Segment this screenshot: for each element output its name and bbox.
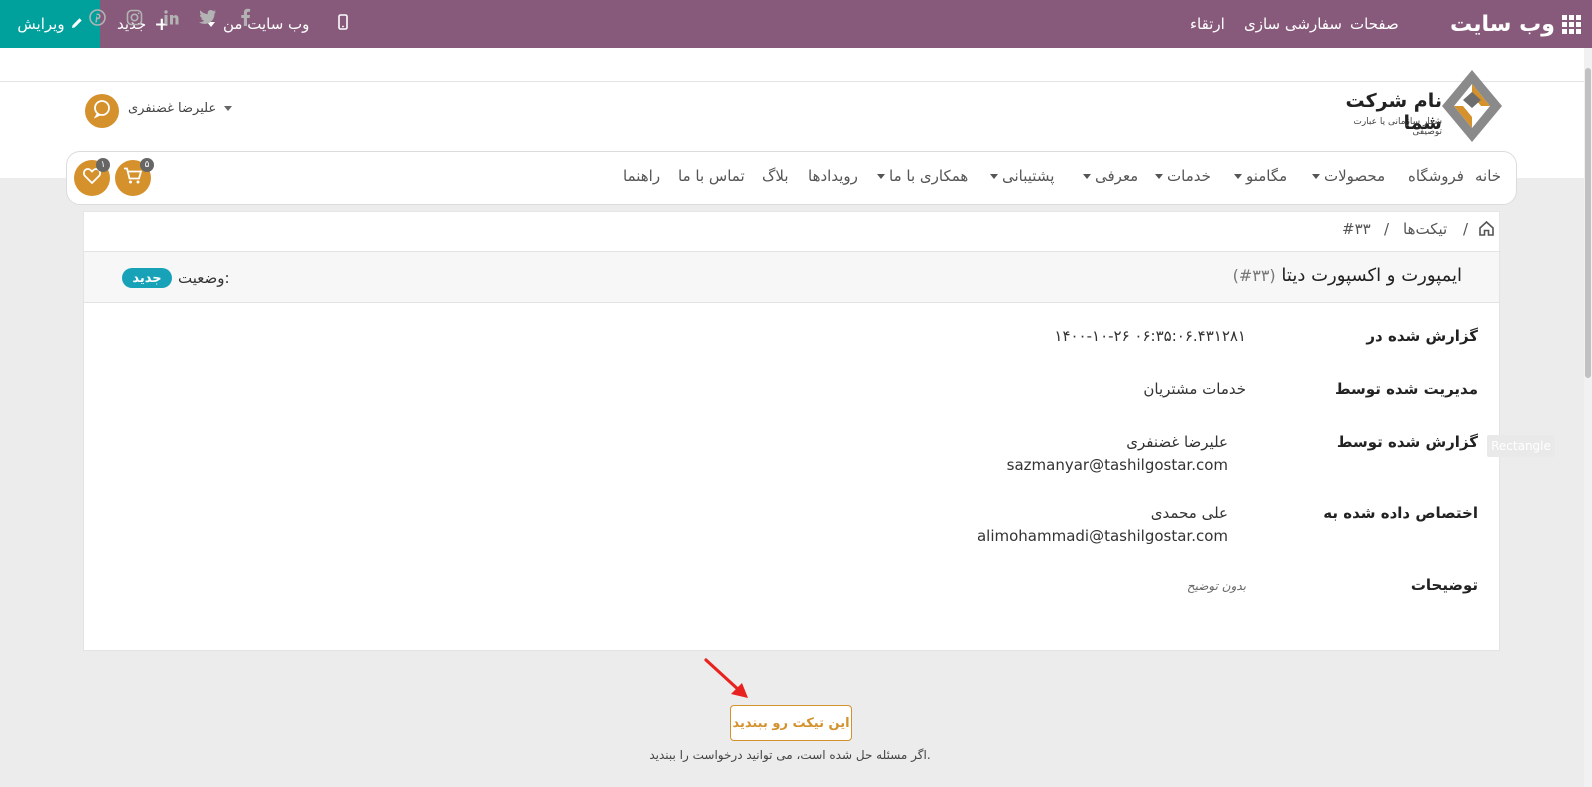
mobile-icon <box>338 14 348 34</box>
breadcrumb-tickets[interactable]: تیکت‌ها <box>1403 220 1447 238</box>
managed-by-value: خدمات مشتریان <box>1143 380 1246 398</box>
nav-item-events[interactable]: رویدادها <box>808 167 858 185</box>
menu-pages[interactable]: صفحات <box>1350 0 1399 48</box>
nav-item-megamenu[interactable]: مگامنو <box>1234 167 1287 185</box>
nav-item-home[interactable]: خانه <box>1475 167 1501 185</box>
reported-on-value: ۱۴۰۰-۱۰-۲۶ ۰۶:۳۵:۰۶.۴۳۱۲۸۱ <box>1054 327 1246 345</box>
chevron-down-icon <box>990 174 998 179</box>
mobile-preview-button[interactable] <box>338 0 348 48</box>
nav-label: پشتیبانی <box>1002 167 1055 185</box>
description-value: بدون توضیح <box>1186 579 1246 593</box>
assigned-to-name: علی محمدی <box>1150 504 1228 522</box>
red-arrow-icon <box>700 656 752 706</box>
chevron-down-icon <box>224 106 233 111</box>
edit-button[interactable]: ویرایش <box>0 0 100 48</box>
nav-item-shop[interactable]: فروشگاه <box>1408 167 1464 185</box>
description-label: توضیحات <box>1410 576 1478 594</box>
chevron-down-icon <box>1234 174 1242 179</box>
user-avatar[interactable] <box>85 94 119 128</box>
menu-customize[interactable]: سفارشی سازی <box>1244 0 1342 48</box>
nav-item-about[interactable]: معرفی <box>1083 167 1138 185</box>
assigned-to-label: اختصاص داده شده به <box>1323 504 1478 522</box>
menu-customize-label: سفارشی سازی <box>1244 15 1342 33</box>
user-menu[interactable]: علیرضا غضنفری <box>128 101 233 116</box>
home-icon[interactable] <box>1478 220 1495 241</box>
ticket-title: (#۳۳) ایمپورت و اکسپورت دیتا <box>1233 265 1462 286</box>
twitter-icon[interactable] <box>198 7 218 27</box>
rectangle-overlay-tag: Rectangle <box>1487 435 1555 457</box>
nav-item-services[interactable]: خدمات <box>1155 167 1211 185</box>
cart-icon <box>123 167 143 189</box>
reported-by-name: علیرضا غضنفری <box>1126 433 1228 451</box>
edit-label: ویرایش <box>17 15 65 33</box>
menu-pages-label: صفحات <box>1350 15 1399 33</box>
assigned-to-email[interactable]: alimohammadi@tashilgostar.com <box>977 527 1228 545</box>
apps-menu-button[interactable] <box>1562 0 1581 48</box>
main-navigation <box>66 151 1517 205</box>
nav-label: تماس با ما <box>678 167 745 185</box>
ticket-card <box>83 251 1500 651</box>
close-help-text: اگر مسئله حل شده است، می توانید درخواست … <box>649 748 931 762</box>
nav-label: بلاگ <box>762 167 789 185</box>
nav-item-contact[interactable]: تماس با ما <box>678 167 745 185</box>
chevron-down-icon <box>877 174 885 179</box>
nav-label: فروشگاه <box>1408 167 1464 185</box>
nav-label: همکاری با ما <box>889 167 969 185</box>
nav-item-blog[interactable]: بلاگ <box>762 167 789 185</box>
chat-bubble-icon <box>92 99 112 123</box>
linkedin-icon[interactable] <box>161 7 181 27</box>
apps-grid-icon <box>1562 14 1581 34</box>
nav-item-guide[interactable]: راهنما <box>623 167 660 185</box>
status-badge: جدید <box>122 268 172 288</box>
nav-item-support[interactable]: پشتیبانی <box>990 167 1054 185</box>
company-logo-icon[interactable] <box>1442 70 1502 142</box>
chevron-down-icon <box>1312 174 1320 179</box>
managed-by-label: مدیریت شده توسط <box>1335 380 1478 398</box>
nav-label: رویدادها <box>808 167 858 185</box>
nav-label: راهنما <box>623 167 661 185</box>
company-tagline: شعار سازمانی یا عبارت توصیفی <box>1353 117 1442 137</box>
pencil-icon <box>71 15 83 33</box>
chevron-down-icon <box>1155 174 1163 179</box>
social-strip <box>0 48 1592 82</box>
heart-icon <box>83 168 101 188</box>
menu-upgrade[interactable]: ارتقاء <box>1190 0 1225 48</box>
instagram-icon[interactable] <box>124 7 144 27</box>
menu-upgrade-label: ارتقاء <box>1190 15 1225 33</box>
breadcrumb-separator: / <box>1384 220 1390 238</box>
nav-label: خانه <box>1475 167 1502 185</box>
reported-on-label: گزارش شده در <box>1366 327 1478 345</box>
wishlist-count-badge: ۱ <box>96 158 110 172</box>
reported-by-email[interactable]: sazmanyar@tashilgostar.com <box>1007 456 1228 474</box>
my-website-dropdown[interactable]: وب سایت من <box>207 0 309 48</box>
user-name-label: علیرضا غضنفری <box>128 101 217 116</box>
breadcrumb <box>83 211 1500 251</box>
cart-count-badge: ۵ <box>140 158 154 172</box>
pinterest-icon[interactable] <box>87 7 107 27</box>
close-ticket-button[interactable]: این تیکت رو ببندید <box>730 705 852 741</box>
nav-label: معرفی <box>1095 167 1139 185</box>
nav-label: مگامنو <box>1246 167 1288 185</box>
reported-by-label: گزارش شده توسط <box>1336 433 1478 451</box>
ticket-number: (#۳۳) <box>1232 266 1276 285</box>
facebook-icon[interactable] <box>235 7 255 27</box>
scrollbar-thumb[interactable] <box>1585 68 1591 378</box>
nav-item-careers[interactable]: همکاری با ما <box>877 167 968 185</box>
nav-label: خدمات <box>1167 167 1211 185</box>
breadcrumb-current: #۳۳ <box>1342 220 1371 238</box>
nav-label: محصولات <box>1324 167 1386 185</box>
status-label: وضعیت: <box>178 269 230 287</box>
breadcrumb-separator: / <box>1463 220 1469 238</box>
website-brand: وب سایت <box>1450 0 1555 48</box>
brand-label: وب سایت <box>1450 11 1555 37</box>
chevron-down-icon <box>1083 174 1091 179</box>
nav-item-products[interactable]: محصولات <box>1312 167 1385 185</box>
ticket-title-text: ایمپورت و اکسپورت دیتا <box>1281 265 1462 286</box>
